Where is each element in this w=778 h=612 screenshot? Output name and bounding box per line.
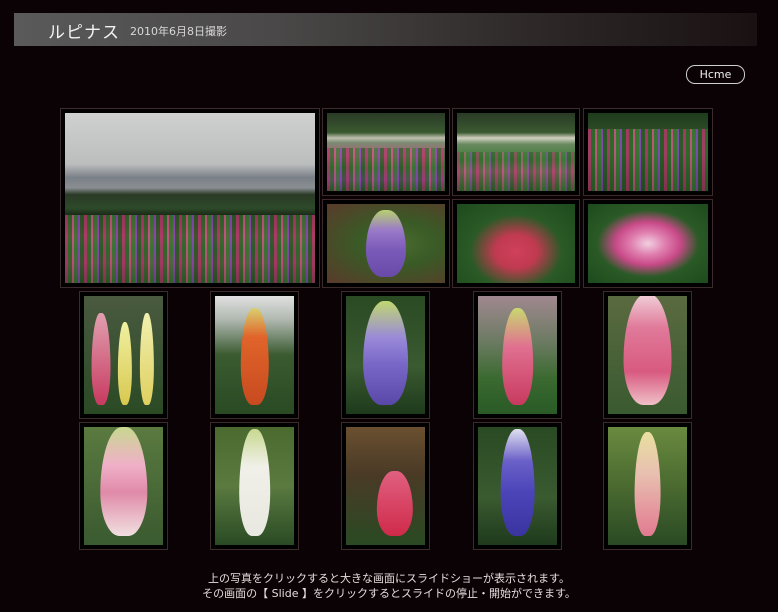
field-photo-1: [327, 113, 445, 191]
photo-thumb-row2-3[interactable]: [341, 291, 430, 419]
instructions-line-2: その画面の【 Slide 】をクリックするとスライドの停止・開始ができます。: [202, 587, 576, 600]
photo-thumb-row2-5[interactable]: [603, 291, 692, 419]
photo-thumb-row2-1[interactable]: [79, 291, 168, 419]
photo-thumb-field-1[interactable]: [322, 108, 450, 196]
lupine-pink-cream: [608, 427, 687, 545]
lupine-blue-violet: [478, 427, 557, 545]
lupine-light-pink: [84, 427, 163, 545]
instructions-line-1: 上の写真をクリックすると大きな画面にスライドショーが表示されます。: [208, 572, 570, 585]
photo-thumb-purple-cone[interactable]: [322, 199, 450, 288]
lupine-pink-cone: [478, 296, 557, 414]
page-subtitle: 2010年6月8日撮影: [130, 25, 227, 38]
page-title: ルピナス: [48, 23, 120, 43]
photo-thumb-row3-2[interactable]: [210, 422, 299, 550]
photo-thumb-row3-1[interactable]: [79, 422, 168, 550]
photo-thumb-red-bloom[interactable]: [452, 199, 580, 288]
photo-thumb-pink-bloom[interactable]: [583, 199, 713, 288]
photo-thumb-field-2[interactable]: [452, 108, 580, 196]
photo-thumb-row3-5[interactable]: [603, 422, 692, 550]
page-header: ルピナス 2010年6月8日撮影: [14, 13, 757, 46]
photo-thumb-field-3[interactable]: [583, 108, 713, 196]
lupine-white: [215, 427, 294, 545]
flower-photo-pink-bloom: [588, 204, 708, 283]
lupine-orange: [215, 296, 294, 414]
photo-thumb-row3-3[interactable]: [341, 422, 430, 550]
flower-photo-red-bloom: [457, 204, 575, 283]
home-button[interactable]: Hcme: [686, 65, 745, 84]
lupine-purple-blue: [346, 296, 425, 414]
flower-photo-purple-cone: [327, 204, 445, 283]
field-photo-2: [457, 113, 575, 191]
landscape-photo: [65, 113, 315, 283]
instructions: 上の写真をクリックすると大きな画面にスライドショーが表示されます。 その画面の【…: [0, 571, 778, 601]
lupine-red: [346, 427, 425, 545]
field-photo-3: [588, 113, 708, 191]
photo-thumb-row2-4[interactable]: [473, 291, 562, 419]
photo-thumb-row3-4[interactable]: [473, 422, 562, 550]
photo-thumb-row2-2[interactable]: [210, 291, 299, 419]
photo-thumb-landscape[interactable]: [60, 108, 320, 288]
lupine-pink-white: [608, 296, 687, 414]
lupine-pink-yellow: [84, 296, 163, 414]
